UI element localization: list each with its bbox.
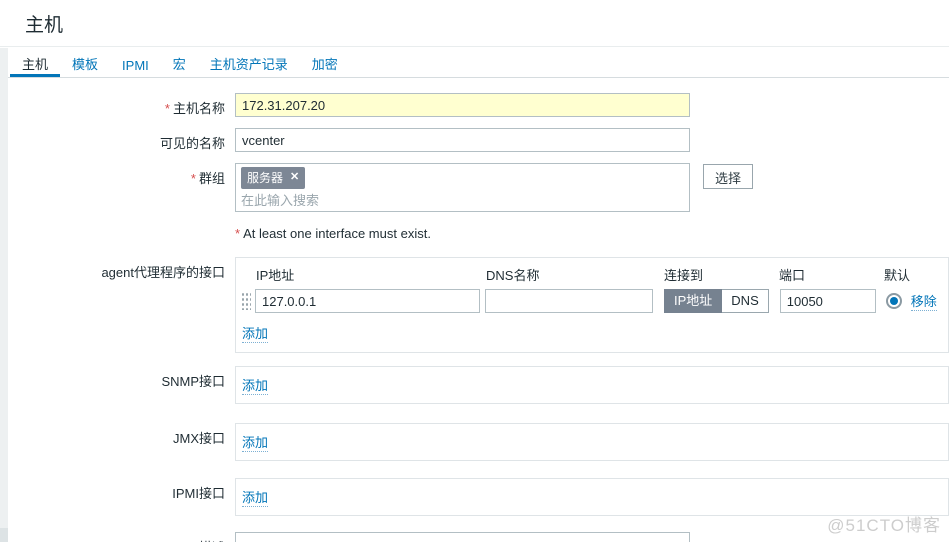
jmx-section: 添加	[235, 423, 949, 461]
left-edge-strip	[0, 48, 8, 542]
required-asterisk: *	[235, 226, 240, 241]
tab-ipmi[interactable]: IPMI	[110, 51, 161, 77]
page-title: 主机	[0, 0, 949, 37]
interface-hint: *At least one interface must exist.	[235, 226, 431, 241]
jmx-row: JMX接口 添加	[0, 423, 949, 461]
ipmi-row: IPMI接口 添加	[0, 478, 949, 516]
default-radio[interactable]	[886, 293, 902, 309]
tab-host[interactable]: 主机	[10, 47, 60, 77]
page-header: 主机	[0, 0, 949, 47]
tab-inventory[interactable]: 主机资产记录	[198, 47, 300, 77]
connect-ip-option[interactable]: IP地址	[664, 289, 722, 313]
ip-address-input[interactable]	[255, 289, 480, 313]
tab-encryption[interactable]: 加密	[300, 47, 350, 77]
tab-templates[interactable]: 模板	[60, 47, 110, 77]
interface-col-header-ip: IP地址	[256, 265, 486, 284]
snmp-row: SNMP接口 添加	[0, 366, 949, 404]
interface-col-header-dns: DNS名称	[486, 265, 664, 284]
snmp-section: 添加	[235, 366, 949, 404]
tab-bar: 主机 模板 IPMI 宏 主机资产记录 加密	[0, 47, 949, 78]
radio-dot	[890, 297, 898, 305]
required-asterisk: *	[191, 171, 196, 186]
dns-name-input[interactable]	[485, 289, 653, 313]
host-form: *主机名称 可见的名称 *群组 服务器✕ 选择 *At least one in…	[0, 78, 949, 542]
description-field[interactable]	[235, 532, 690, 542]
description-label: 描述	[0, 532, 235, 542]
description-row: 描述	[0, 532, 949, 542]
port-input[interactable]	[780, 289, 876, 313]
add-agent-interface-link[interactable]: 添加	[242, 323, 268, 343]
connect-to-toggle: IP地址 DNS	[664, 289, 769, 313]
add-jmx-interface-link[interactable]: 添加	[242, 432, 268, 452]
watermark: @51CTO博客	[827, 511, 941, 536]
host-name-input[interactable]	[235, 93, 690, 117]
spacer	[0, 226, 235, 231]
visible-name-row: 可见的名称	[0, 128, 949, 152]
groups-multiselect[interactable]: 服务器✕	[235, 163, 690, 212]
agent-interfaces-section: IP地址 DNS名称 连接到 端口 默认 IP地址 DNS 移	[235, 257, 949, 353]
interface-col-header-connect: 连接到	[664, 265, 779, 284]
agent-interfaces-label: agent代理程序的接口	[0, 257, 235, 281]
left-edge-strip-bottom	[0, 528, 8, 542]
interface-column-headers: IP地址 DNS名称 连接到 端口 默认	[236, 258, 948, 289]
tab-macros[interactable]: 宏	[161, 47, 198, 77]
interface-col-header-default: 默认	[884, 265, 910, 284]
drag-handle-icon[interactable]	[241, 292, 251, 310]
groups-label: *群组	[0, 163, 235, 187]
visible-name-input[interactable]	[235, 128, 690, 152]
connect-dns-option[interactable]: DNS	[722, 289, 768, 313]
host-config-page: 主机 主机 模板 IPMI 宏 主机资产记录 加密 *主机名称 可见的名称 *群…	[0, 0, 949, 542]
close-icon[interactable]: ✕	[290, 172, 299, 183]
select-button[interactable]: 选择	[703, 164, 753, 189]
group-tag: 服务器✕	[241, 167, 305, 189]
host-name-row: *主机名称	[0, 93, 949, 117]
interface-row: IP地址 DNS 移除	[236, 289, 948, 313]
visible-name-label: 可见的名称	[0, 128, 235, 152]
interface-col-header-port: 端口	[779, 265, 884, 284]
add-ipmi-interface-link[interactable]: 添加	[242, 487, 268, 507]
groups-search-input[interactable]	[241, 193, 441, 208]
required-asterisk: *	[165, 101, 170, 116]
add-snmp-interface-link[interactable]: 添加	[242, 375, 268, 395]
ipmi-label: IPMI接口	[0, 478, 235, 502]
host-name-label: *主机名称	[0, 93, 235, 117]
interface-hint-row: *At least one interface must exist.	[0, 226, 949, 241]
agent-interfaces-row: agent代理程序的接口 IP地址 DNS名称 连接到 端口 默认 IP地址 D…	[0, 257, 949, 353]
jmx-label: JMX接口	[0, 423, 235, 447]
snmp-label: SNMP接口	[0, 366, 235, 390]
groups-row: *群组 服务器✕ 选择	[0, 163, 949, 212]
remove-interface-link[interactable]: 移除	[911, 291, 937, 311]
